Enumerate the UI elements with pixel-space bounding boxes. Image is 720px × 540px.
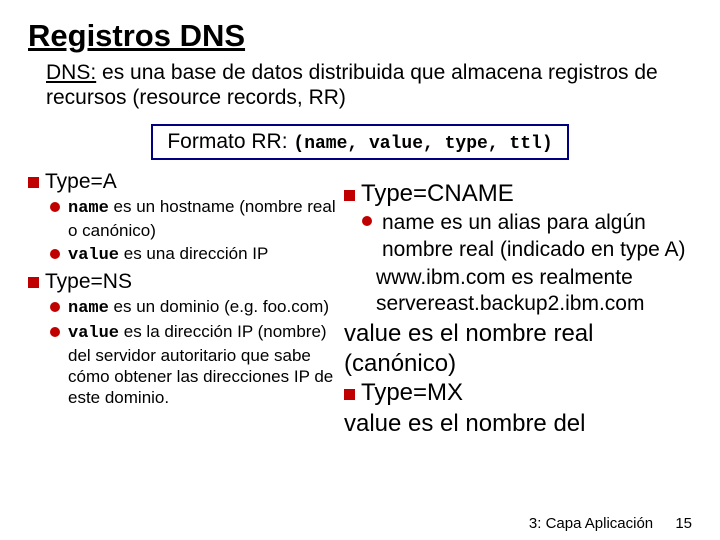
heading-type-a: Type=A [28, 170, 340, 194]
type-cname-item-2-text: www.ibm.com es realmente servereast.back… [376, 266, 644, 315]
heading-type-mx-text: Type=MX [361, 379, 463, 406]
type-ns-item-1: name es un dominio (e.g. foo.com) [50, 296, 340, 319]
left-column: Type=A name es un hostname (nombre real … [28, 170, 340, 439]
footer-page-number: 15 [675, 515, 692, 532]
slide-subtitle: DNS: es una base de datos distribuida qu… [46, 60, 692, 110]
circle-bullet-icon [50, 202, 60, 212]
slide-footer: 3: Capa Aplicación 15 [529, 515, 692, 532]
type-cname-item-2: www.ibm.com es realmente servereast.back… [362, 265, 692, 318]
type-a-item-2: value es una dirección IP [50, 243, 340, 266]
type-a-item-2-rest: es una dirección IP [119, 244, 268, 263]
type-cname-item-3: value es el nombre real (canónico) [344, 319, 692, 379]
heading-type-cname-text: Type=CNAME [361, 180, 514, 207]
square-bullet-icon [28, 277, 39, 288]
square-bullet-icon [344, 389, 355, 400]
heading-type-mx: Type=MX [344, 379, 692, 407]
type-a-item-1-rest: es un hostname (nombre real o canónico) [68, 197, 336, 239]
footer-chapter: 3: Capa Aplicación [529, 515, 653, 532]
type-a-item-2-kw: value [68, 246, 119, 265]
square-bullet-icon [28, 177, 39, 188]
heading-type-ns-text: Type=NS [45, 270, 132, 293]
heading-type-a-text: Type=A [45, 170, 117, 193]
content-columns: Type=A name es un hostname (nombre real … [28, 170, 692, 439]
type-cname-item-3-text: value es el nombre real (canónico) [344, 320, 593, 377]
subtitle-rest: es una base de datos distribuida que alm… [46, 61, 658, 109]
heading-type-ns: Type=NS [28, 270, 340, 294]
rr-format-box: Formato RR: (name, value, type, ttl) [151, 124, 568, 160]
rr-format-label: Formato RR: [167, 130, 293, 153]
rr-format-tuple: (name, value, type, ttl) [293, 134, 552, 154]
circle-bullet-icon [50, 249, 60, 259]
circle-bullet-icon [50, 302, 60, 312]
type-ns-item-2-kw: value [68, 324, 119, 343]
rr-format-box-wrap: Formato RR: (name, value, type, ttl) [28, 124, 692, 160]
circle-bullet-icon [50, 327, 60, 337]
type-cname-item-1: name es un alias para algún nombre real … [362, 210, 692, 263]
subtitle-lead: DNS: [46, 61, 96, 84]
square-bullet-icon [344, 190, 355, 201]
type-mx-item-1: value es el nombre del [344, 409, 692, 439]
type-ns-item-2: value es la dirección IP (nombre) del se… [50, 321, 340, 408]
type-ns-item-1-kw: name [68, 299, 109, 318]
type-ns-item-1-rest: es un dominio (e.g. foo.com) [109, 297, 329, 316]
right-column: Type=CNAME name es un alias para algún n… [344, 170, 692, 439]
circle-bullet-icon [362, 216, 372, 226]
type-a-item-1: name es un hostname (nombre real o canón… [50, 196, 340, 241]
slide-title: Registros DNS [28, 18, 692, 54]
heading-type-cname: Type=CNAME [344, 180, 692, 208]
type-mx-item-1-text: value es el nombre del [344, 410, 585, 437]
type-a-item-1-kw: name [68, 199, 109, 218]
type-cname-item-1-text: name es un alias para algún nombre real … [382, 211, 686, 260]
